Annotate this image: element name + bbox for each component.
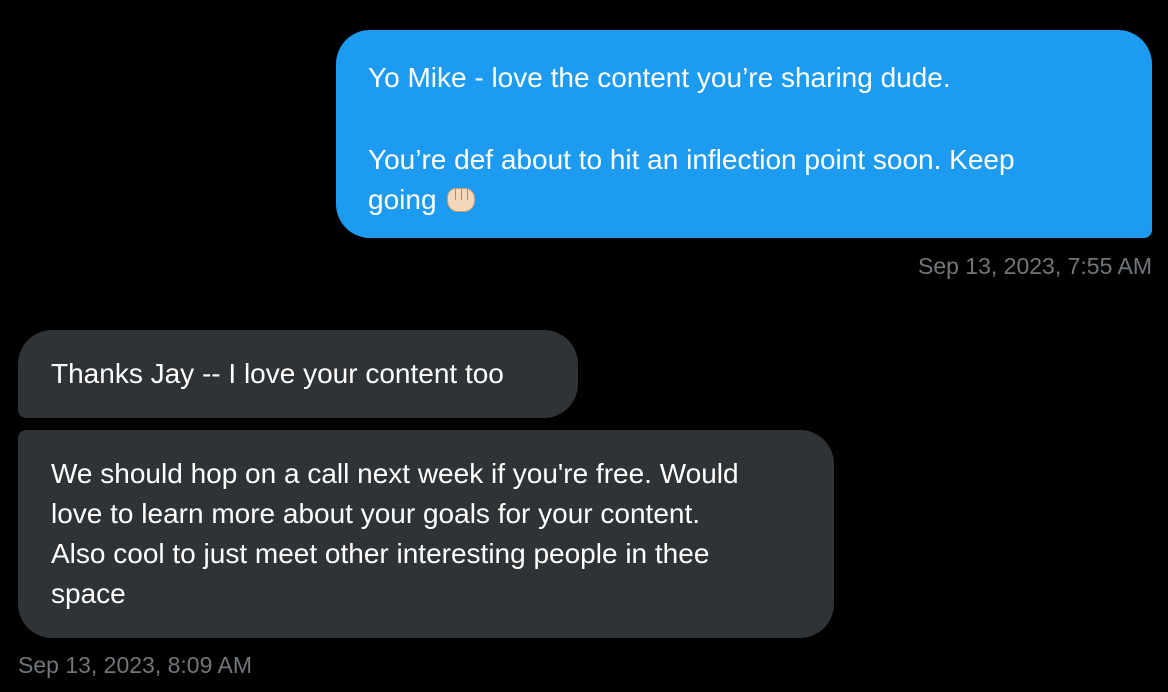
message-text-line: space xyxy=(51,578,126,609)
received-message-bubble[interactable]: Thanks Jay -- I love your content too xyxy=(18,330,578,418)
message-text-line: You’re def about to hit an inflection po… xyxy=(368,144,1015,175)
message-text-line: love to learn more about your goals for … xyxy=(51,498,701,529)
message-text-line: Thanks Jay -- I love your content too xyxy=(51,358,504,389)
message-text: going xyxy=(368,184,437,215)
message-text-line-with-emoji: going xyxy=(368,180,1120,220)
message-text-line: Yo Mike - love the content you’re sharin… xyxy=(368,62,951,93)
message-timestamp: Sep 13, 2023, 7:55 AM xyxy=(917,253,1152,279)
received-message-bubble[interactable]: We should hop on a call next week if you… xyxy=(18,430,834,638)
message-timestamp: Sep 13, 2023, 8:09 AM xyxy=(18,652,253,678)
message-text-line: Also cool to just meet other interesting… xyxy=(51,538,710,569)
sent-message-bubble[interactable]: Yo Mike - love the content you’re sharin… xyxy=(336,30,1152,238)
message-text-line: We should hop on a call next week if you… xyxy=(51,458,739,489)
oncoming-fist-icon xyxy=(445,185,477,213)
